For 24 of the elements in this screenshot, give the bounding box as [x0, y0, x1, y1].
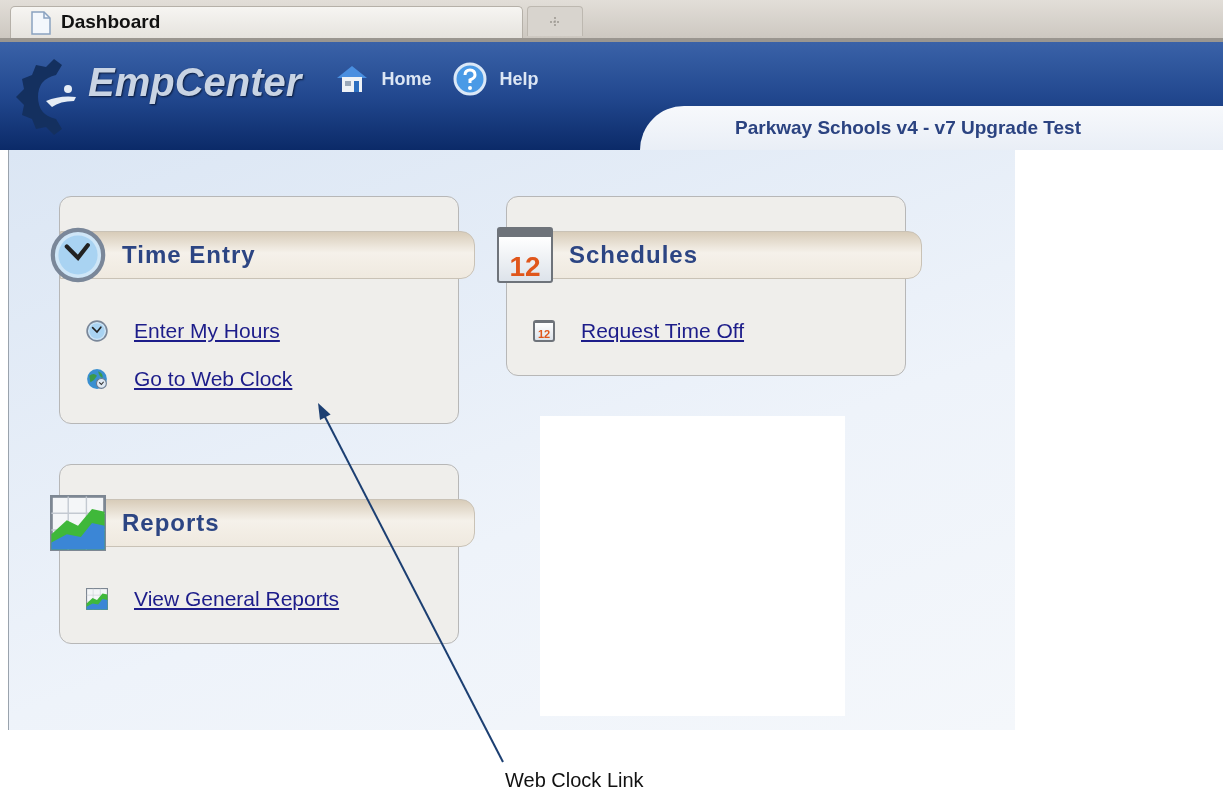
panel-link[interactable]: Enter My Hours: [134, 317, 280, 345]
app-logo: EmpCenter: [88, 59, 302, 106]
panel-link[interactable]: Go to Web Clock: [134, 365, 293, 393]
calendar-icon: 12: [497, 227, 553, 283]
panel-link[interactable]: View General Reports: [134, 585, 340, 613]
panel-title: Reports: [122, 508, 220, 538]
calendar-icon: 12: [533, 320, 555, 342]
annotation-caption: Web Clock Link: [505, 768, 644, 793]
site-title: Parkway Schools v4 - v7 Upgrade Test: [735, 115, 1081, 140]
browser-tab[interactable]: Dashboard: [10, 6, 523, 38]
panel-link[interactable]: Request Time Off: [581, 317, 745, 345]
document-icon: [31, 10, 51, 35]
clock-icon: [86, 320, 108, 342]
nav-link[interactable]: Home: [335, 64, 432, 94]
chart-icon: [50, 495, 106, 551]
globe-icon: [86, 368, 108, 390]
nav-link[interactable]: Help: [453, 62, 539, 96]
panel-title: Schedules: [569, 240, 699, 270]
new-tab-button[interactable]: [527, 6, 583, 36]
clock-icon: [50, 227, 106, 283]
panel-title: Time Entry: [122, 240, 256, 270]
chart-icon: [86, 588, 108, 610]
help-icon: [453, 62, 488, 96]
plus-icon: [549, 15, 561, 28]
